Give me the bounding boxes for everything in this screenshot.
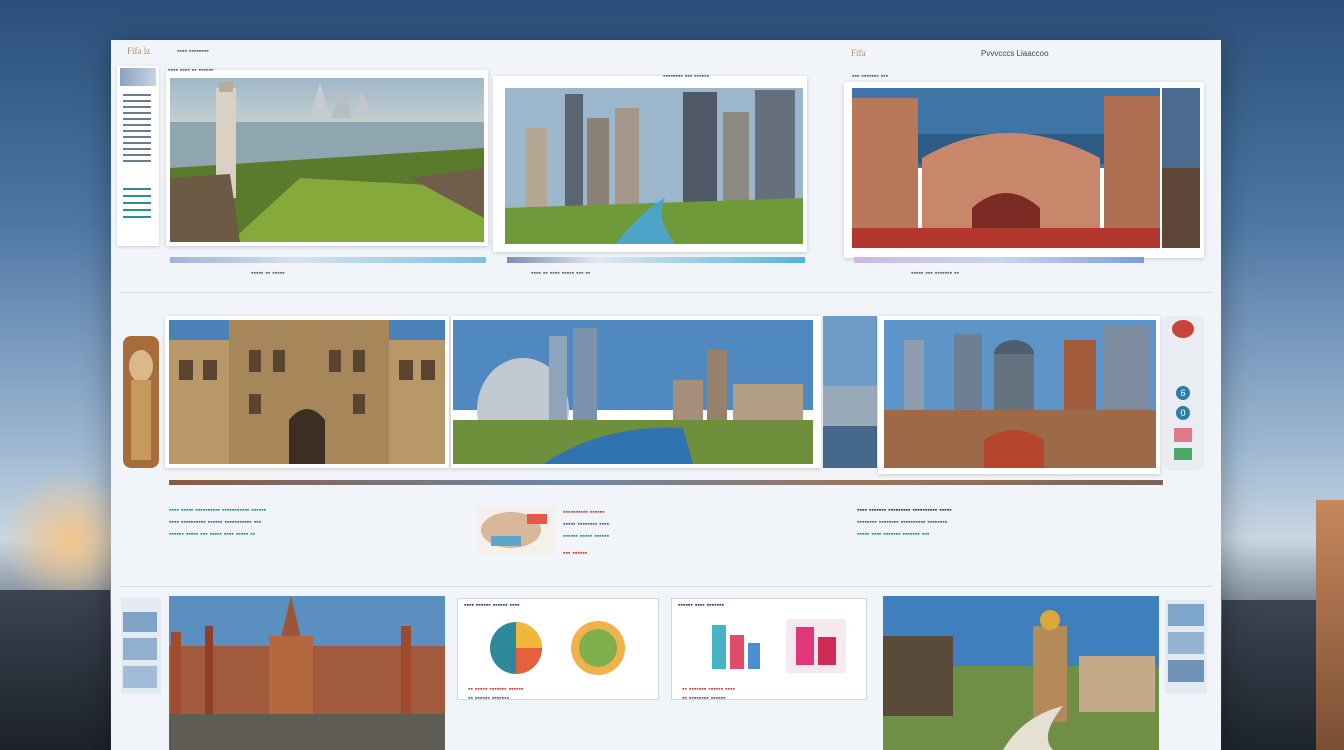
web-page: Fifa lz ▪▪▪▪ ▪▪▪▪▪▪▪▪ Fifa Pvvvcccs Liaa… (111, 40, 1221, 750)
sidebar-list (123, 94, 151, 164)
right-thumb-stack[interactable] (1165, 600, 1207, 694)
text-line: ▪▪▪▪▪ ▪▪▪▪▪▪▪▪ ▪▪▪▪ (563, 521, 610, 528)
text-block-mid: ▪▪▪▪▪▪▪▪▪▪ ▪▪▪▪▪▪ ▪▪▪▪▪ ▪▪▪▪▪▪▪▪ ▪▪▪▪ ▪▪… (563, 508, 609, 558)
thumb[interactable] (123, 666, 157, 688)
card1-stripe (170, 257, 486, 263)
infographic-thumb[interactable] (477, 506, 555, 554)
text-line: ▪▪▪▪ ▪▪▪▪▪▪▪ ▪▪▪▪▪▪▪▪▪ ▪▪▪▪▪▪▪▪▪▪ ▪▪▪▪▪ (857, 507, 952, 514)
badge-green (1174, 448, 1192, 460)
thumb[interactable] (123, 612, 157, 632)
text-line: ▪▪▪▪ ▪▪▪▪▪ ▪▪▪▪▪▪▪▪▪▪ ▪▪▪▪▪▪▪▪▪▪▪ ▪▪▪▪▪▪ (169, 507, 267, 514)
badge-count-1[interactable]: 6 (1176, 386, 1190, 400)
sidebar-links[interactable] (123, 188, 151, 218)
thumb[interactable] (123, 638, 157, 660)
photo-palace-edge (1162, 88, 1200, 248)
photo-lighthouse-bay (170, 78, 484, 242)
text-block-right: ▪▪▪▪ ▪▪▪▪▪▪▪ ▪▪▪▪▪▪▪▪▪ ▪▪▪▪▪▪▪▪▪▪ ▪▪▪▪▪ … (857, 506, 952, 539)
photo-gothic-hall (169, 320, 445, 464)
text-line: ▪▪▪▪▪ ▪▪▪▪ ▪▪▪▪▪▪▪ ▪▪▪▪▪▪▪ ▪▪▪ (857, 531, 930, 538)
card3-footer[interactable]: ▪▪▪▪▪ ▪▪▪ ▪▪▪▪▪▪▪ ▪▪ (911, 269, 959, 278)
photo-river-skyline (453, 320, 813, 464)
panel1-graphic-2 (568, 619, 628, 677)
panel2-graphic-2 (786, 619, 846, 673)
badge-count-2[interactable]: 0 (1176, 406, 1190, 420)
photo-gold-dome-tower[interactable] (883, 596, 1159, 750)
text-line: ▪▪ ▪▪▪▪▪ ▪▪▪▪▪▪▪ ▪▪▪▪▪▪ (468, 686, 524, 693)
text-line: ▪▪▪▪▪▪ ▪▪▪▪▪ ▪▪▪▪▪▪ (563, 533, 610, 540)
statue-thumb[interactable] (123, 336, 159, 468)
panel1-lines: ▪▪ ▪▪▪▪▪ ▪▪▪▪▪▪▪ ▪▪▪▪▪▪ ▪▪ ▪▪▪▪▪▪ ▪▪▪▪▪▪… (468, 685, 523, 703)
card-gothic-hall[interactable] (165, 316, 449, 468)
thumb[interactable] (1168, 632, 1204, 654)
text-line: ▪▪▪▪▪▪ ▪▪▪▪▪ ▪▪▪ ▪▪▪▪▪ ▪▪▪▪ ▪▪▪▪▪ ▪▪ (169, 531, 256, 538)
card2-stripe (507, 257, 805, 263)
panel2-title: ▪▪▪▪▪▪ ▪▪▪▪ ▪▪▪▪▪▪▪ (678, 602, 725, 609)
text-line: ▪▪ ▪▪▪▪▪▪▪▪ ▪▪▪▪▪▪ (682, 695, 726, 702)
info-panel-1: ▪▪▪▪ ▪▪▪▪▪▪ ▪▪▪▪▪▪ ▪▪▪▪ ▪▪ ▪▪▪▪▪ ▪▪▪▪▪▪▪… (457, 598, 659, 703)
text-line: ▪▪ ▪▪▪▪▪▪ ▪▪▪▪▪▪▪ (468, 695, 510, 702)
text-line: ▪▪▪ ▪▪▪▪▪▪ (563, 550, 588, 557)
middle-stripe (169, 480, 1163, 485)
card-river-skyline[interactable] (451, 316, 821, 468)
text-block-left: ▪▪▪▪ ▪▪▪▪▪ ▪▪▪▪▪▪▪▪▪▪ ▪▪▪▪▪▪▪▪▪▪▪ ▪▪▪▪▪▪… (169, 506, 266, 539)
panel2-graphic (708, 619, 764, 673)
photo-ornate-palace (852, 88, 1160, 248)
background-city-left (0, 590, 110, 750)
left-thumb-stack[interactable] (121, 598, 161, 694)
left-sidebar (117, 66, 159, 246)
thumb[interactable] (1168, 660, 1204, 682)
card2-footer[interactable]: ▪▪▪▪ ▪▪ ▪▪▪▪ ▪▪▪▪▪ ▪▪▪ ▪▪ (531, 269, 590, 278)
info-panel-2: ▪▪▪▪▪▪ ▪▪▪▪ ▪▪▪▪▪▪▪ ▪▪ ▪▪▪▪▪▪▪ ▪▪▪▪▪▪ ▪▪… (671, 598, 867, 703)
right-brand[interactable]: Fifa (851, 48, 866, 58)
photo-red-cathedral[interactable] (169, 596, 445, 750)
sidebar-thumb[interactable] (120, 68, 156, 86)
photo-river-city (505, 88, 803, 244)
card-modern-towers[interactable] (878, 316, 1160, 474)
thumb[interactable] (1168, 604, 1204, 626)
divider-top (119, 292, 1213, 293)
photo-modern-towers (884, 320, 1156, 468)
card3-caption: ▪▪▪ ▪▪▪▪▪▪▪ ▪▪▪ (852, 73, 889, 80)
card-ornate-palace[interactable]: ▪▪▪ ▪▪▪▪▪▪▪ ▪▪▪ (844, 73, 1204, 258)
badge-pink (1174, 428, 1192, 442)
card3-stripe (854, 257, 1144, 263)
left-brand[interactable]: Fifa lz (127, 46, 150, 56)
card1-footer[interactable]: ▪▪▪▪▪ ▪▪ ▪▪▪▪▪ (251, 269, 285, 278)
badge-red-dot (1172, 320, 1194, 338)
panel1-title: ▪▪▪▪ ▪▪▪▪▪▪ ▪▪▪▪▪▪ ▪▪▪▪ (464, 602, 520, 609)
text-line: ▪▪▪▪ ▪▪▪▪▪▪▪▪▪▪ ▪▪▪▪▪▪ ▪▪▪▪▪▪▪▪▪▪▪ ▪▪▪ (169, 519, 262, 526)
card2-caption: ▪▪▪▪▪▪▪▪ ▪▪▪ ▪▪▪▪▪▪ (663, 73, 710, 80)
photo-harbor-sliver (823, 316, 877, 468)
right-title: Pvvvcccs Liaaccoo (981, 49, 1049, 58)
text-line: ▪▪▪▪▪▪▪▪▪▪ ▪▪▪▪▪▪ (563, 509, 605, 516)
background-tower (1316, 500, 1344, 750)
badge-strip: 6 0 (1162, 316, 1204, 470)
card-river-city[interactable]: ▪▪▪▪▪▪▪▪ ▪▪▪ ▪▪▪▪▪▪ (493, 73, 807, 252)
text-line: ▪▪ ▪▪▪▪▪▪▪ ▪▪▪▪▪▪ ▪▪▪▪ (682, 686, 735, 693)
panel1-graphic (486, 619, 546, 677)
left-meta: ▪▪▪▪ ▪▪▪▪▪▪▪▪ (177, 48, 209, 55)
text-line: ▪▪▪▪▪▪▪▪ ▪▪▪▪▪▪▪▪ ▪▪▪▪▪▪▪▪▪▪ ▪▪▪▪▪▪▪▪ (857, 519, 948, 526)
card1-caption: ▪▪▪▪ ▪▪▪▪ ▪▪ ▪▪▪▪▪▪ (168, 67, 214, 74)
divider-bottom (119, 586, 1213, 587)
panel2-lines: ▪▪ ▪▪▪▪▪▪▪ ▪▪▪▪▪▪ ▪▪▪▪ ▪▪ ▪▪▪▪▪▪▪▪ ▪▪▪▪▪… (682, 685, 735, 703)
card-lighthouse[interactable]: ▪▪▪▪ ▪▪▪▪ ▪▪ ▪▪▪▪▪▪ (166, 67, 488, 246)
